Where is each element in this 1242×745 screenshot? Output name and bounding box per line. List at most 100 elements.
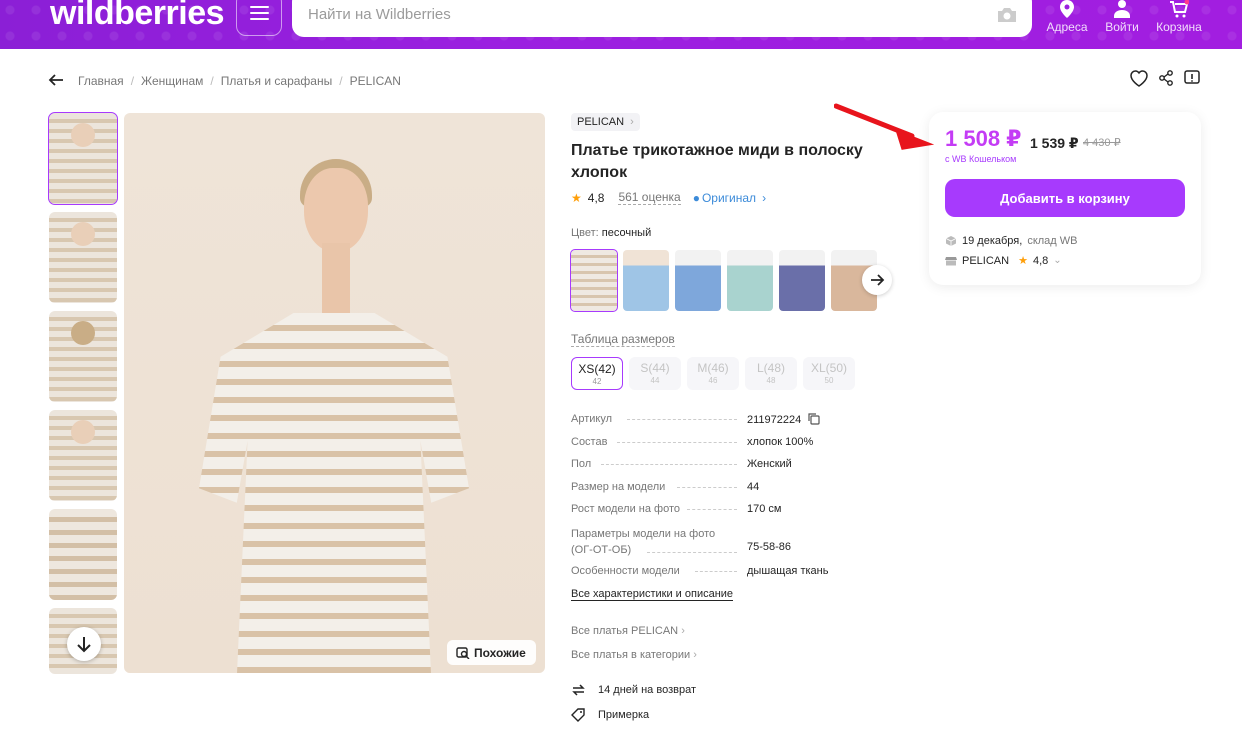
back-arrow-icon[interactable] bbox=[48, 72, 64, 88]
color-swatch[interactable] bbox=[570, 249, 618, 312]
spec-value: Женский bbox=[747, 458, 792, 470]
thumbnails-scroll-down-button[interactable] bbox=[67, 627, 101, 661]
spec-value: 211972224 bbox=[747, 413, 820, 426]
color-swatch[interactable] bbox=[623, 250, 669, 311]
search-box[interactable] bbox=[292, 0, 1032, 37]
swatches-next-button[interactable] bbox=[862, 265, 892, 295]
spec-key: Особенности модели bbox=[571, 565, 747, 577]
thumbnail-figure bbox=[71, 321, 95, 345]
reviews-link[interactable]: 561 оценка bbox=[618, 190, 681, 205]
category-link[interactable]: Все платья в категории › bbox=[571, 649, 697, 661]
login-button[interactable]: Войти bbox=[1092, 0, 1152, 34]
arrow-down-icon bbox=[77, 637, 91, 653]
chevron-right-icon: › bbox=[630, 116, 634, 128]
breadcrumb-dresses[interactable]: Платья и сарафаны bbox=[221, 74, 332, 88]
thumbnail[interactable] bbox=[49, 509, 117, 600]
shop-icon bbox=[945, 256, 957, 265]
spec-key: Состав bbox=[571, 436, 747, 448]
thumbnail[interactable] bbox=[49, 311, 117, 402]
login-label: Войти bbox=[1105, 20, 1139, 34]
box-icon bbox=[945, 236, 957, 246]
spec-dots bbox=[627, 419, 737, 420]
brand-category-link[interactable]: Все платья PELICAN › bbox=[571, 625, 685, 637]
size-option[interactable]: S(44) 44 bbox=[629, 357, 681, 390]
addresses-button[interactable]: Адреса bbox=[1037, 0, 1097, 34]
size-label: L(48) bbox=[756, 361, 785, 375]
arrow-right-icon bbox=[871, 274, 885, 286]
delivery-info: 19 декабря, склад WB bbox=[945, 235, 1077, 247]
size-label: XS(42) bbox=[578, 362, 616, 376]
return-info: 14 дней на возврат bbox=[571, 683, 696, 697]
seller-name: PELICAN bbox=[962, 254, 1010, 267]
spec-key-text: Рост модели на фото bbox=[571, 503, 681, 515]
thumbnail[interactable] bbox=[49, 212, 117, 303]
share-icon[interactable] bbox=[1158, 70, 1174, 86]
size-option[interactable]: XL(50) 50 bbox=[803, 357, 855, 390]
brand-name: PELICAN bbox=[577, 116, 625, 128]
all-specs-link[interactable]: Все характеристики и описание bbox=[571, 588, 734, 601]
search-input[interactable] bbox=[308, 2, 948, 26]
old-price: 4 430 ₽ bbox=[1083, 137, 1121, 149]
spec-value: 75-58-86 bbox=[747, 540, 792, 553]
model-neck bbox=[322, 243, 350, 323]
main-product-image[interactable] bbox=[124, 113, 545, 673]
size-option[interactable]: M(46) 46 bbox=[687, 357, 739, 390]
thumbnail[interactable] bbox=[49, 410, 117, 501]
thumbnail-figure bbox=[71, 222, 95, 246]
breadcrumb-home[interactable]: Главная bbox=[78, 74, 124, 88]
breadcrumb-brand[interactable]: PELICAN bbox=[350, 74, 401, 88]
spec-dots bbox=[647, 551, 737, 553]
wildberries-logo[interactable]: wildberries bbox=[50, 0, 225, 33]
spec-key-text: Пол bbox=[571, 458, 592, 470]
brand-chip[interactable]: PELICAN › bbox=[571, 113, 640, 131]
size-sub: 46 bbox=[708, 376, 718, 385]
heart-icon[interactable] bbox=[1130, 70, 1148, 87]
rating-value: 4,8 bbox=[587, 190, 605, 205]
report-icon[interactable] bbox=[1184, 70, 1200, 86]
brand-category-label: Все платья PELICAN bbox=[571, 625, 679, 637]
wallet-note[interactable]: с WB Кошельком bbox=[945, 154, 1016, 164]
color-swatch[interactable] bbox=[779, 250, 825, 311]
chevron-right-icon: › bbox=[681, 625, 685, 637]
spec-row: Состав хлопок 100% bbox=[571, 436, 861, 459]
addresses-label: Адреса bbox=[1046, 20, 1088, 34]
tag-icon bbox=[571, 708, 585, 722]
delivery-date: 19 декабря, bbox=[962, 235, 1023, 247]
chevron-right-icon: › bbox=[693, 649, 697, 661]
thumbnail-list bbox=[48, 112, 118, 674]
spec-key: Размер на модели bbox=[571, 481, 747, 493]
spec-key: Рост модели на фото bbox=[571, 503, 747, 515]
spec-key: Пол bbox=[571, 458, 747, 470]
original-link[interactable]: Оригинал bbox=[702, 191, 756, 205]
cart-button[interactable]: Корзина bbox=[1149, 0, 1209, 34]
copy-icon[interactable] bbox=[808, 413, 820, 425]
rating-row: ★ 4,8 561 оценка ● Оригинал › bbox=[571, 190, 766, 205]
menu-button[interactable] bbox=[236, 0, 282, 36]
regular-price: 1 539 ₽ bbox=[1030, 135, 1079, 151]
size-table-link[interactable]: Таблица размеров bbox=[571, 332, 675, 347]
fitting-info: Примерка bbox=[571, 708, 649, 722]
header: wildberries Адреса Войти Корзина bbox=[0, 0, 1242, 49]
color-swatch[interactable] bbox=[675, 250, 721, 311]
thumbnail-figure bbox=[71, 420, 95, 444]
thumbnail[interactable] bbox=[48, 112, 118, 205]
breadcrumb: Главная / Женщинам / Платья и сарафаны /… bbox=[78, 74, 401, 88]
add-to-cart-button[interactable]: Добавить в корзину bbox=[945, 179, 1185, 217]
spec-value: хлопок 100% bbox=[747, 435, 814, 448]
seller-info[interactable]: PELICAN ★ 4,8 ⌄ bbox=[945, 254, 1062, 267]
color-label-key: Цвет: bbox=[571, 227, 599, 239]
spec-key-text: Особенности модели bbox=[571, 564, 680, 577]
similar-button[interactable]: Похожие bbox=[447, 640, 536, 665]
camera-icon[interactable] bbox=[996, 6, 1018, 24]
spec-row: Рост модели на фото 170 см bbox=[571, 503, 861, 526]
similar-search-icon bbox=[456, 646, 470, 659]
spec-key-text: Размер на модели bbox=[571, 480, 666, 493]
size-option[interactable]: L(48) 48 bbox=[745, 357, 797, 390]
size-sub: 42 bbox=[592, 377, 602, 386]
size-option[interactable]: XS(42) 42 bbox=[571, 357, 623, 390]
user-icon bbox=[1114, 0, 1130, 18]
color-swatch[interactable] bbox=[727, 250, 773, 311]
category-label: Все платья в категории bbox=[571, 649, 691, 661]
breadcrumb-women[interactable]: Женщинам bbox=[141, 74, 203, 88]
cart-label: Корзина bbox=[1156, 20, 1202, 34]
